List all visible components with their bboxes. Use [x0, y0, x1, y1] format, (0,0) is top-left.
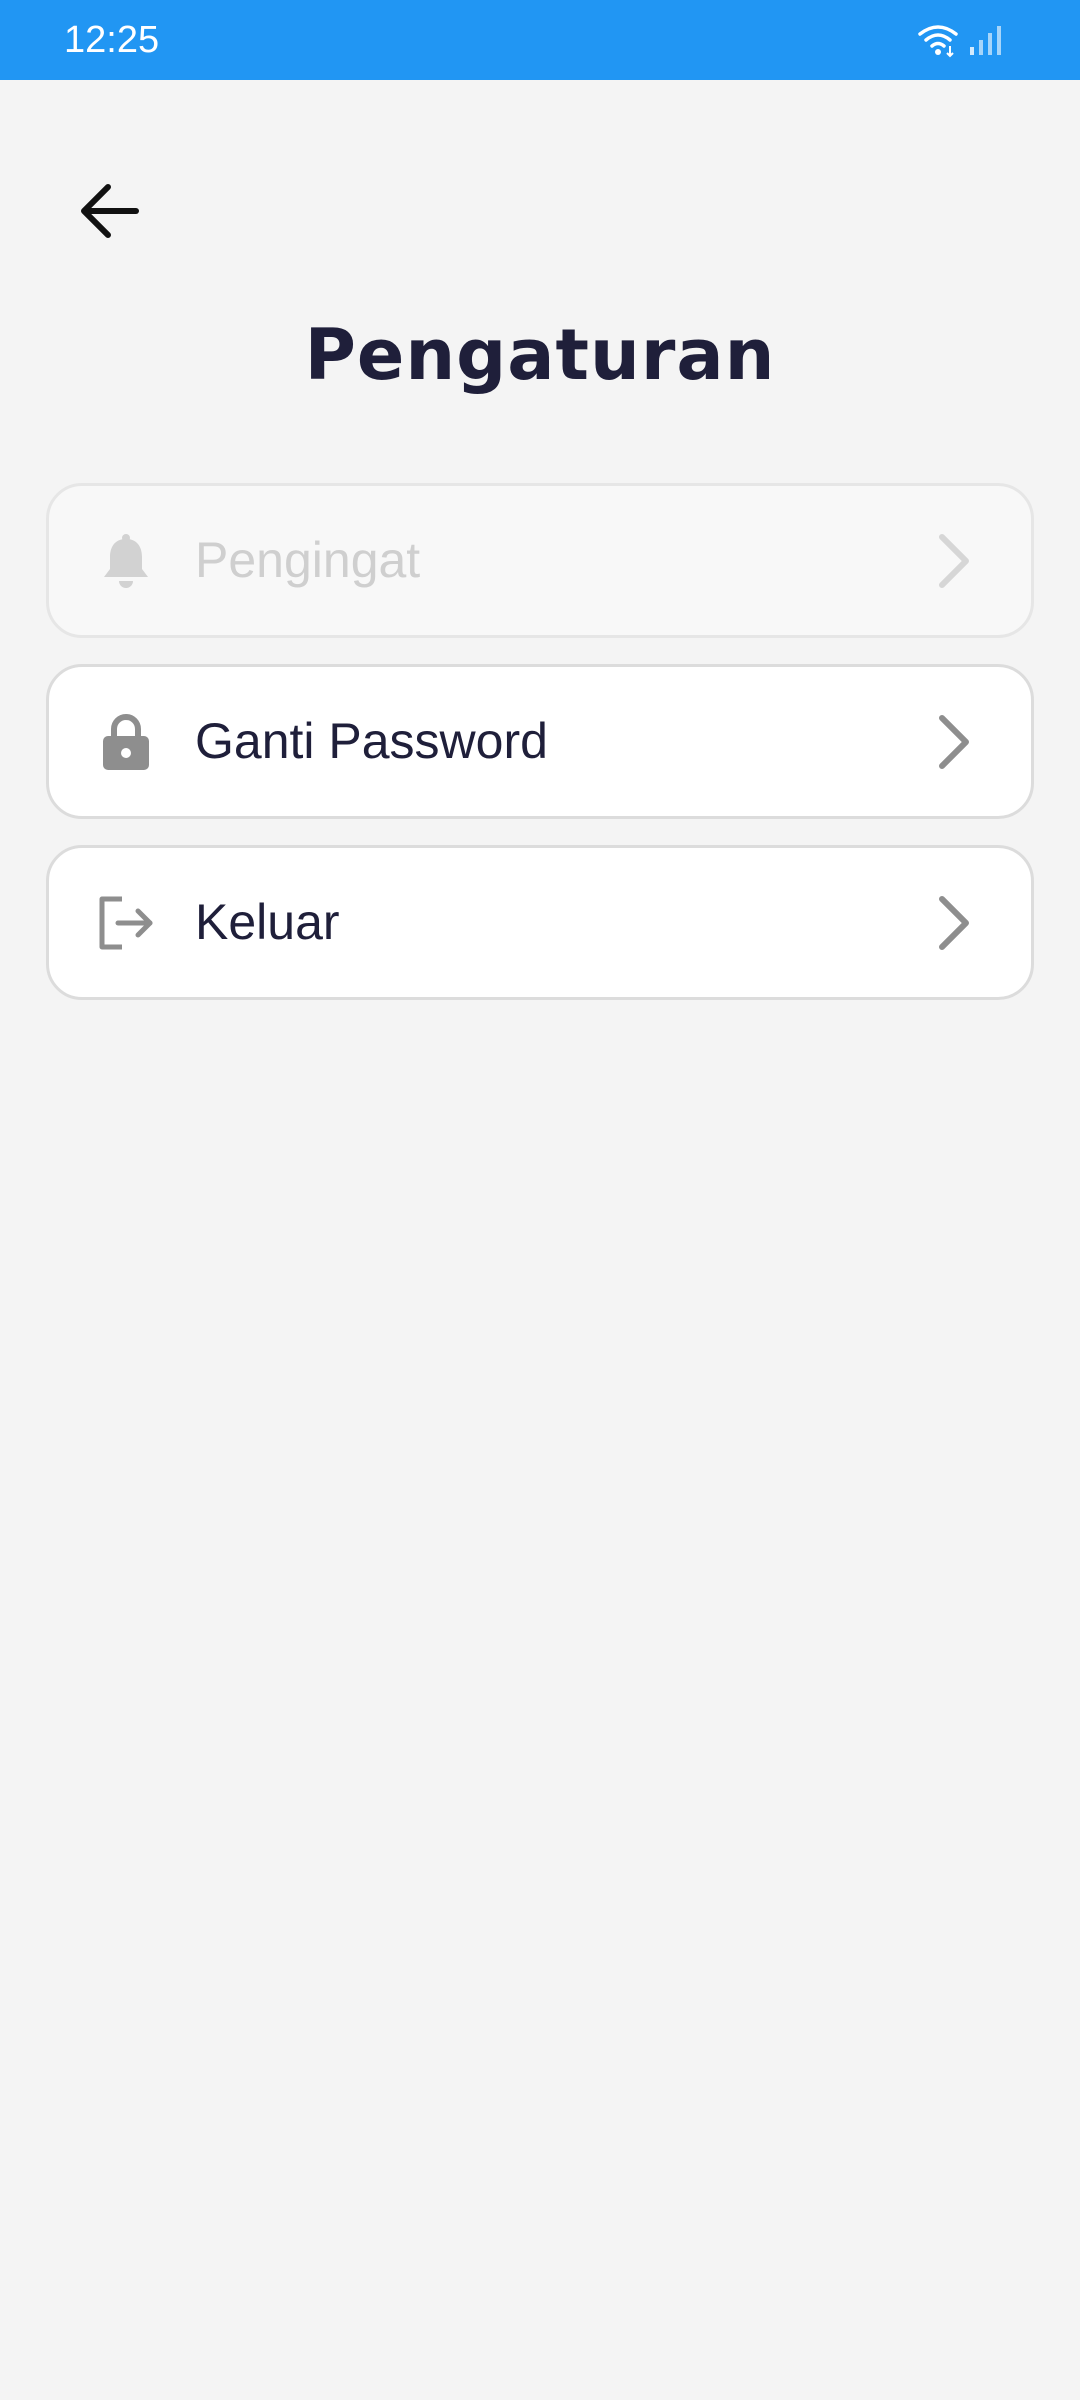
menu-item-label: Ganti Password	[195, 713, 548, 769]
chevron-right-icon	[929, 894, 979, 952]
menu-item-label: Keluar	[195, 894, 340, 950]
status-time: 12:25	[64, 19, 160, 61]
arrow-left-icon	[78, 181, 142, 246]
wifi-icon	[916, 22, 960, 58]
signal-icon	[968, 23, 1002, 57]
chevron-right-icon	[929, 532, 979, 590]
logout-icon	[95, 892, 157, 954]
menu-item-change-password[interactable]: Ganti Password	[46, 664, 1034, 819]
settings-menu: Pengingat Ganti Password Keluar	[46, 483, 1034, 1026]
status-icons	[916, 20, 1002, 60]
page-title: Pengaturan	[304, 314, 776, 396]
back-button[interactable]	[72, 175, 148, 251]
menu-item-reminder: Pengingat	[46, 483, 1034, 638]
lock-icon	[95, 711, 157, 773]
bell-icon	[95, 530, 157, 592]
menu-item-logout[interactable]: Keluar	[46, 845, 1034, 1000]
status-bar: 12:25	[0, 0, 1080, 80]
chevron-right-icon	[929, 713, 979, 771]
menu-item-label: Pengingat	[195, 532, 421, 588]
